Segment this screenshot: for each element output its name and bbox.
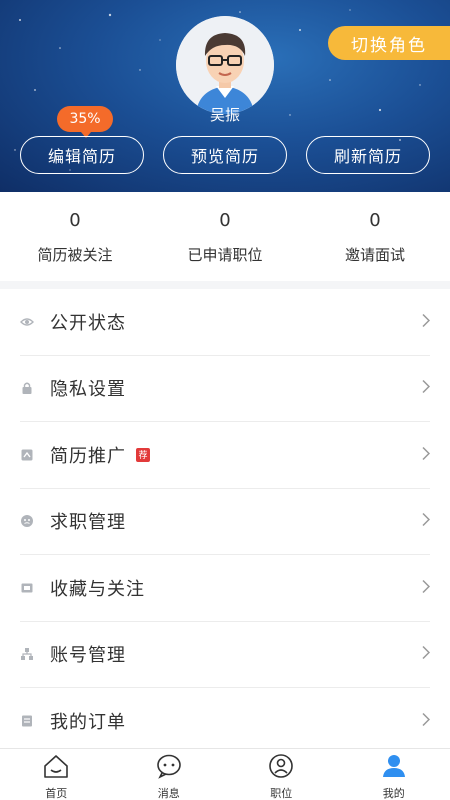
eye-icon (20, 315, 34, 329)
tab-messages[interactable]: 消息 (113, 749, 226, 800)
resume-completion-badge: 35% (57, 106, 113, 138)
stat-label: 邀请面试 (344, 246, 405, 264)
avatar-illustration (176, 16, 274, 114)
tab-label: 职位 (270, 787, 293, 800)
menu-item-label: 我的订单 (50, 711, 126, 733)
account-icon (20, 647, 34, 661)
home-icon (42, 753, 70, 783)
stats-row: 0 简历被关注 0 已申请职位 0 邀请面试 (0, 192, 450, 280)
tab-label: 首页 (45, 787, 68, 800)
tab-positions[interactable]: 职位 (225, 749, 338, 800)
stat-interview-invites[interactable]: 0 邀请面试 (300, 192, 450, 280)
tab-label: 消息 (157, 787, 180, 800)
tab-label: 我的 (382, 787, 405, 800)
menu-item-my-orders[interactable]: 我的订单 (20, 688, 431, 755)
message-icon (155, 753, 183, 783)
menu-item-favorites-follows[interactable]: 收藏与关注 (20, 555, 431, 622)
favorite-icon (20, 581, 34, 595)
stat-label: 已申请职位 (187, 246, 263, 264)
chevron-right-icon (421, 578, 431, 597)
menu-item-label: 隐私设置 (50, 379, 126, 401)
stat-value: 0 (369, 210, 381, 231)
refresh-resume-button[interactable]: 刷新简历 (306, 136, 430, 174)
profile-icon (380, 753, 408, 783)
bottom-tab-bar: 首页 消息 职位 我的 (0, 748, 450, 800)
menu-item-privacy-settings[interactable]: 隐私设置 (20, 356, 431, 422)
switch-role-button[interactable]: 切换角色 (328, 26, 450, 60)
settings-menu: 公开状态 隐私设置 简历推广 荐 求职管理 收藏与关注 账号管理 我的订单 (0, 289, 450, 755)
menu-item-resume-promotion[interactable]: 简历推广 荐 (20, 422, 431, 489)
tab-home[interactable]: 首页 (0, 749, 113, 800)
menu-item-job-management[interactable]: 求职管理 (20, 489, 431, 555)
menu-item-label: 公开状态 (50, 312, 126, 334)
menu-item-account-management[interactable]: 账号管理 (20, 622, 431, 688)
position-icon (267, 753, 295, 783)
order-icon (20, 714, 34, 728)
section-divider (0, 281, 450, 289)
recommend-tag: 荐 (136, 447, 150, 462)
menu-item-label: 简历推广 (50, 445, 126, 467)
avatar[interactable] (176, 16, 274, 114)
promote-icon (20, 448, 34, 462)
chevron-right-icon (421, 711, 431, 730)
menu-item-label: 账号管理 (50, 645, 126, 667)
chevron-right-icon (421, 512, 431, 531)
lock-icon (20, 381, 34, 395)
menu-item-label: 求职管理 (50, 512, 126, 534)
chevron-right-icon (421, 445, 431, 464)
preview-resume-button[interactable]: 预览简历 (163, 136, 287, 174)
chevron-right-icon (421, 645, 431, 664)
tab-profile[interactable]: 我的 (338, 749, 450, 800)
stat-value: 0 (69, 210, 81, 231)
stat-label: 简历被关注 (37, 246, 113, 264)
stat-value: 0 (219, 210, 231, 231)
stat-applied-positions[interactable]: 0 已申请职位 (150, 192, 300, 280)
menu-item-label: 收藏与关注 (50, 578, 145, 600)
profile-header: 切换角色 吴振 35% 编辑简历 预览简历 刷新简历 (0, 0, 450, 192)
chevron-right-icon (421, 379, 431, 398)
edit-resume-button[interactable]: 编辑简历 (20, 136, 144, 174)
chevron-right-icon (421, 312, 431, 331)
stat-resume-followed[interactable]: 0 简历被关注 (0, 192, 150, 280)
job-manage-icon (20, 514, 34, 528)
menu-item-public-status[interactable]: 公开状态 (20, 289, 431, 356)
